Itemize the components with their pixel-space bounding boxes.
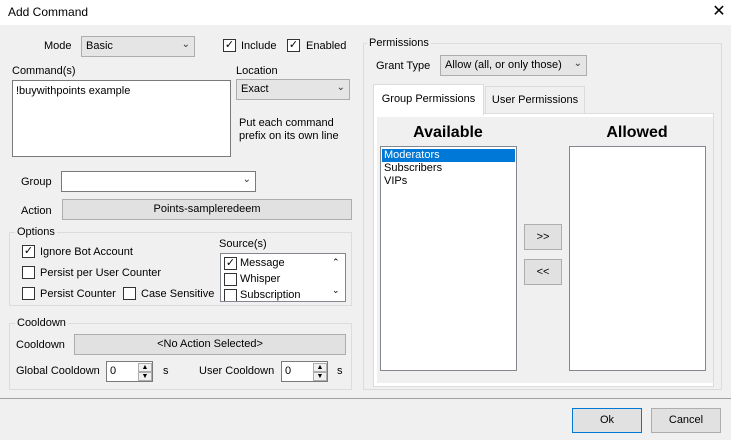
group-dropdown[interactable]: ⌄ — [61, 171, 256, 192]
options-label: Options — [15, 226, 57, 238]
permissions-label: Permissions — [367, 37, 431, 49]
remove-permission-button[interactable]: << — [524, 259, 562, 285]
available-label: Available — [413, 124, 483, 141]
title-bar — [0, 0, 731, 25]
persist-user-label: Persist per User Counter — [40, 267, 162, 279]
source-message-label: Message — [240, 257, 285, 269]
include-checkbox[interactable]: ✓ — [223, 39, 236, 52]
allowed-label: Allowed — [606, 124, 668, 141]
cancel-button[interactable]: Cancel — [651, 408, 721, 433]
sources-list[interactable]: ✓ Message Whisper Subscription ⌃ ⌄ — [220, 253, 346, 302]
location-value: Exact — [241, 83, 269, 95]
list-item[interactable]: VIPs — [384, 175, 407, 188]
grant-type-label: Grant Type — [376, 60, 431, 72]
grant-type-value: Allow (all, or only those) — [445, 59, 562, 71]
tab-group-permissions[interactable]: Group Permissions — [373, 84, 484, 115]
persist-counter-label: Persist Counter — [40, 288, 116, 300]
scroll-up-icon[interactable]: ⌃ — [332, 257, 340, 268]
include-label: Include — [241, 40, 277, 52]
location-label: Location — [236, 65, 278, 77]
stepper-up-icon[interactable]: ▲ — [313, 363, 327, 372]
location-dropdown[interactable]: Exact ⌄ — [236, 79, 350, 100]
available-list[interactable]: Moderators Subscribers VIPs — [380, 146, 517, 371]
chevron-down-icon: ⌄ — [573, 58, 582, 69]
action-label: Action — [21, 205, 52, 217]
user-cooldown-label: User Cooldown — [199, 365, 275, 377]
user-cooldown-unit: s — [337, 365, 343, 377]
cooldown-action-button[interactable]: <No Action Selected> — [74, 334, 346, 355]
sources-scrollbar[interactable]: ⌃ ⌄ — [329, 255, 345, 300]
user-cooldown-stepper[interactable]: 0 ▲ ▼ — [281, 361, 328, 382]
cooldown-label: Cooldown — [16, 339, 65, 351]
footer-divider — [0, 398, 731, 399]
global-cooldown-unit: s — [163, 365, 169, 377]
ok-button[interactable]: Ok — [572, 408, 642, 433]
source-whisper-label: Whisper — [240, 273, 281, 285]
ignore-bot-label: Ignore Bot Account — [40, 246, 133, 258]
window-title: Add Command — [8, 5, 89, 19]
close-icon[interactable]: ✕ — [707, 0, 731, 25]
list-item[interactable]: Moderators — [382, 149, 515, 162]
global-cooldown-label: Global Cooldown — [16, 365, 100, 377]
location-hint-line2: prefix on its own line — [239, 130, 339, 142]
scroll-down-icon[interactable]: ⌄ — [332, 285, 340, 296]
global-cooldown-value: 0 — [110, 365, 117, 377]
stepper-down-icon[interactable]: ▼ — [138, 372, 152, 381]
add-permission-button[interactable]: >> — [524, 224, 562, 250]
case-sensitive-checkbox[interactable] — [123, 287, 136, 300]
group-label: Group — [21, 176, 52, 188]
enabled-label: Enabled — [306, 40, 347, 52]
source-subscription-checkbox[interactable] — [224, 289, 237, 301]
source-subscription-label: Subscription — [240, 289, 301, 301]
commands-textarea[interactable]: !buywithpoints example — [12, 80, 231, 157]
persist-user-checkbox[interactable] — [22, 266, 35, 279]
mode-value: Basic — [86, 40, 113, 52]
user-cooldown-value: 0 — [285, 365, 292, 377]
allowed-list[interactable] — [569, 146, 706, 371]
persist-counter-checkbox[interactable] — [22, 287, 35, 300]
tab-user-permissions[interactable]: User Permissions — [485, 86, 585, 114]
list-item[interactable]: Subscribers — [384, 162, 442, 175]
chevron-down-icon: ⌄ — [242, 174, 251, 185]
action-button[interactable]: Points-sampleredeem — [62, 199, 352, 220]
chevron-down-icon: ⌄ — [181, 39, 190, 50]
chevron-down-icon: ⌄ — [336, 82, 345, 93]
commands-value: !buywithpoints example — [16, 85, 131, 97]
cooldown-group-label: Cooldown — [15, 317, 68, 329]
source-whisper-checkbox[interactable] — [224, 273, 237, 286]
mode-label: Mode — [44, 40, 72, 52]
stepper-down-icon[interactable]: ▼ — [313, 372, 327, 381]
case-sensitive-label: Case Sensitive — [141, 288, 215, 300]
sources-label: Source(s) — [219, 238, 267, 250]
stepper-up-icon[interactable]: ▲ — [138, 363, 152, 372]
mode-dropdown[interactable]: Basic ⌄ — [81, 36, 195, 57]
grant-type-dropdown[interactable]: Allow (all, or only those) ⌄ — [440, 55, 587, 76]
commands-label: Command(s) — [12, 65, 76, 77]
ignore-bot-checkbox[interactable]: ✓ — [22, 245, 35, 258]
source-message-checkbox[interactable]: ✓ — [224, 257, 237, 270]
location-hint-line1: Put each command — [239, 117, 334, 129]
global-cooldown-stepper[interactable]: 0 ▲ ▼ — [106, 361, 153, 382]
enabled-checkbox[interactable]: ✓ — [287, 39, 300, 52]
